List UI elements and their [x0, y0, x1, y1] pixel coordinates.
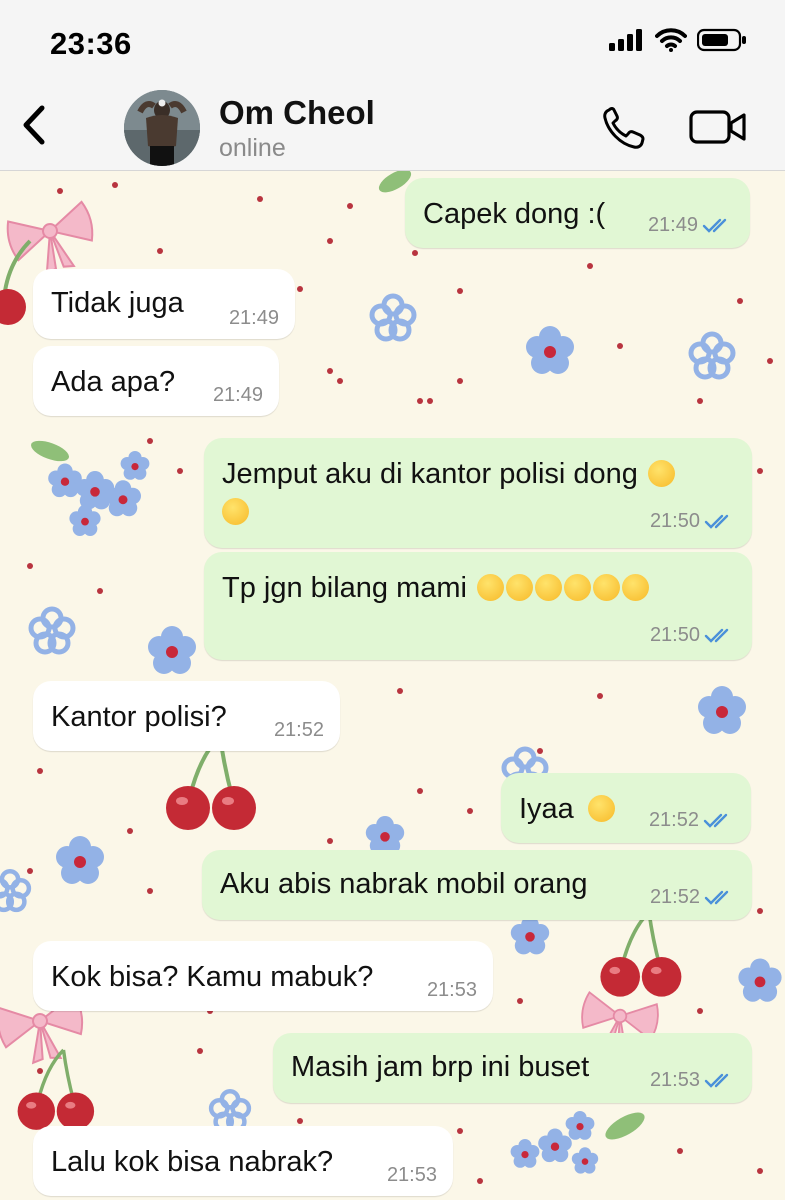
message-text: Masih jam brp ini buset: [291, 1051, 590, 1083]
message-emoji-line: [222, 496, 249, 529]
message-meta: 21:49: [229, 307, 279, 330]
crying-face-emoji: [222, 498, 249, 525]
double-check-read-icon: [704, 628, 729, 643]
message-text: Lalu kok bisa nabrak?: [51, 1146, 334, 1178]
double-check-read-icon: [704, 1073, 729, 1088]
message-incoming[interactable]: Kok bisa? Kamu mabuk? 21:53: [33, 941, 493, 1011]
message-time: 21:52: [273, 719, 324, 741]
double-check-read-icon: [704, 890, 729, 905]
message-text-content: Jemput aku di kantor polisi dong: [222, 458, 638, 490]
wifi-icon: [655, 28, 687, 52]
message-meta: 21:49: [648, 214, 734, 237]
message-outgoing[interactable]: Aku abis nabrak mobil orang 21:52: [202, 850, 752, 920]
crying-face-emoji: [535, 574, 563, 601]
message-meta: 21:53: [387, 1164, 437, 1187]
cellular-signal-icon: [609, 29, 642, 51]
message-text: Ada apa?: [51, 366, 176, 398]
message-time: 21:53: [426, 979, 477, 1001]
message-time: 21:50: [649, 624, 700, 646]
video-call-icon[interactable]: [688, 106, 748, 148]
message-text-content: Iyaa: [519, 793, 574, 825]
status-icons: [609, 28, 747, 52]
message-time: 21:52: [649, 886, 700, 908]
crying-face-emoji: [506, 574, 534, 601]
battery-icon: [697, 28, 746, 52]
chat-area[interactable]: Capek dong :( 21:49 Tidak juga 21:49 Ada…: [0, 171, 785, 1200]
message-outgoing[interactable]: Tp jgn bilang mami 21:50: [204, 552, 752, 660]
message-incoming[interactable]: Ada apa? 21:49: [33, 346, 279, 416]
message-meta: 21:52: [649, 809, 735, 832]
message-text: Tp jgn bilang mami: [222, 572, 650, 605]
message-outgoing[interactable]: Capek dong :( 21:49: [405, 178, 750, 248]
double-check-read-icon: [702, 218, 727, 233]
message-incoming[interactable]: Kantor polisi? 21:52: [33, 681, 340, 751]
message-time: 21:50: [649, 510, 700, 532]
message-time: 21:49: [228, 307, 279, 329]
message-time: 21:52: [648, 809, 699, 831]
disappointed-face-emoji: [587, 795, 615, 822]
top-bar: 23:36 Om Cheol online: [0, 0, 785, 171]
message-incoming[interactable]: Tidak juga 21:49: [33, 269, 295, 339]
message-text: Capek dong :(: [423, 198, 606, 230]
double-check-read-icon: [703, 813, 728, 828]
message-meta: 21:53: [650, 1069, 736, 1092]
message-meta: 21:53: [427, 979, 477, 1002]
message-meta: 21:52: [274, 719, 324, 742]
phone-call-icon[interactable]: [600, 104, 650, 152]
contact-avatar[interactable]: [124, 90, 200, 166]
back-chevron-icon[interactable]: [14, 100, 54, 150]
message-outgoing[interactable]: Iyaa 21:52: [501, 773, 751, 843]
message-text-content: Tp jgn bilang mami: [222, 572, 467, 604]
crying-face-emoji: [564, 574, 592, 601]
status-time: 23:36: [50, 26, 132, 61]
double-check-read-icon: [704, 514, 729, 529]
message-text: Jemput aku di kantor polisi dong: [222, 458, 675, 491]
message-text: Tidak juga: [51, 287, 184, 319]
message-text: Kantor polisi?: [51, 701, 227, 733]
message-time: 21:53: [649, 1069, 700, 1091]
contact-status: online: [219, 134, 286, 162]
message-text: Iyaa: [519, 793, 615, 826]
message-incoming[interactable]: Lalu kok bisa nabrak? 21:53: [33, 1126, 453, 1196]
message-meta: 21:50: [650, 624, 736, 647]
message-text: Aku abis nabrak mobil orang: [220, 868, 588, 900]
crying-face-emoji: [477, 574, 505, 601]
crying-face-emoji: [593, 574, 621, 601]
crying-face-emoji: [622, 574, 650, 601]
contact-name[interactable]: Om Cheol: [219, 94, 375, 132]
message-outgoing[interactable]: Masih jam brp ini buset 21:53: [273, 1033, 752, 1103]
message-meta: 21:49: [213, 384, 263, 407]
message-time: 21:49: [212, 384, 263, 406]
message-meta: 21:52: [650, 886, 736, 909]
pleading-face-emoji: [647, 460, 675, 487]
message-time: 21:53: [386, 1164, 437, 1186]
avatar-photo: [124, 90, 200, 166]
message-time: 21:49: [647, 214, 698, 236]
message-outgoing[interactable]: Jemput aku di kantor polisi dong 21:50: [204, 438, 752, 548]
message-text: Kok bisa? Kamu mabuk?: [51, 961, 374, 993]
message-meta: 21:50: [650, 510, 736, 533]
